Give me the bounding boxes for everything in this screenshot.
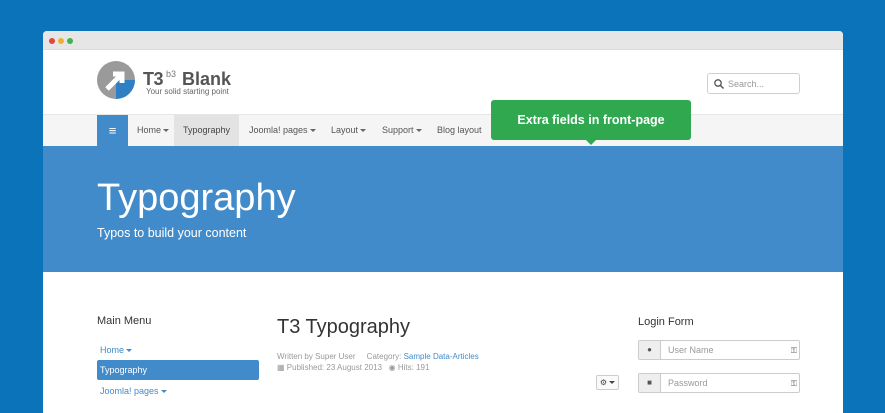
password-field[interactable]: ■ Password ⚿ (638, 373, 800, 393)
password-placeholder: Password (668, 378, 708, 388)
page-title: Typography (97, 177, 296, 219)
category-link[interactable]: Sample Data-Articles (404, 352, 479, 361)
nav-toggle-button[interactable]: ≡ (97, 115, 128, 147)
search-input[interactable]: Search... (707, 73, 800, 94)
browser-window: T3 b3 Blank Your solid starting point Se… (43, 31, 843, 413)
feature-callout: Extra fields in front-page (491, 100, 691, 140)
article-meta-author: Written by Super User Category: Sample D… (277, 352, 479, 361)
article-options-button[interactable]: ⚙ (596, 375, 619, 390)
eye-icon: ◉ (388, 363, 396, 372)
sidebar-item-label: Typography (100, 365, 148, 375)
caret-down-icon (415, 129, 422, 133)
article-meta-published: ▦ Published: 23 August 2013 ◉ Hits: 191 (277, 363, 429, 372)
page-subtitle: Typos to build your content (97, 226, 247, 240)
main-navbar: ≡ Home Typography Joomla! pages Layout S… (43, 114, 843, 147)
article-author: Written by Super User (277, 352, 356, 361)
category-label: Category: (366, 352, 402, 361)
nav-item-support[interactable]: Support (373, 115, 431, 147)
minimize-window-dot[interactable] (58, 38, 64, 44)
close-window-dot[interactable] (49, 38, 55, 44)
article-hits: Hits: 191 (397, 363, 430, 372)
lock-icon: ■ (639, 374, 661, 392)
gear-icon: ⚙ (599, 378, 608, 387)
nav-item-home[interactable]: Home (128, 115, 178, 147)
caret-down-icon (160, 390, 167, 394)
sidebar-item-label: Home (100, 345, 125, 355)
password-manager-icon[interactable]: ⚿ (791, 346, 797, 356)
caret-down-icon (360, 129, 367, 133)
main-menu-title: Main Menu (97, 315, 152, 327)
window-titlebar (43, 31, 843, 50)
nav-item-label: Typography (183, 125, 231, 135)
caret-down-icon (126, 349, 133, 353)
sidebar-item-joomla-pages[interactable]: Joomla! pages (97, 381, 259, 401)
login-form-title: Login Form (638, 316, 694, 328)
published-date: Published: 23 August 2013 (286, 363, 382, 372)
user-icon: ● (639, 341, 661, 359)
nav-item-label: Layout (331, 125, 359, 135)
nav-item-blog-layout[interactable]: Blog layout (428, 115, 491, 147)
caret-down-icon (163, 129, 170, 133)
caret-down-icon (309, 129, 316, 133)
nav-item-typography[interactable]: Typography (174, 115, 240, 147)
nav-item-label: Support (382, 125, 414, 135)
callout-arrow (586, 140, 596, 145)
search-icon (714, 79, 725, 90)
search-placeholder: Search... (728, 79, 765, 89)
article-title: T3 Typography (277, 316, 411, 338)
masthead: Typography Typos to build your content (43, 146, 843, 272)
nav-item-label: Home (137, 125, 162, 135)
password-manager-icon[interactable]: ⚿ (791, 379, 797, 389)
username-field[interactable]: ● User Name ⚿ (638, 340, 800, 360)
sidebar-item-home[interactable]: Home (97, 340, 259, 360)
calendar-icon: ▦ (277, 363, 285, 372)
maximize-window-dot[interactable] (67, 38, 73, 44)
sidebar-item-typography[interactable]: Typography (97, 360, 259, 380)
logo-superscript: b3 (166, 69, 177, 79)
nav-item-label: Joomla! pages (249, 125, 308, 135)
username-placeholder: User Name (668, 345, 714, 355)
logo-tagline: Your solid starting point (146, 87, 229, 96)
menu-icon: ≡ (108, 123, 117, 138)
nav-item-joomla-pages[interactable]: Joomla! pages (240, 115, 325, 147)
logo-icon[interactable] (96, 60, 136, 100)
nav-item-layout[interactable]: Layout (322, 115, 375, 147)
nav-item-label: Blog layout (437, 125, 482, 135)
sidebar-item-label: Joomla! pages (100, 386, 159, 396)
caret-down-icon (609, 381, 616, 385)
